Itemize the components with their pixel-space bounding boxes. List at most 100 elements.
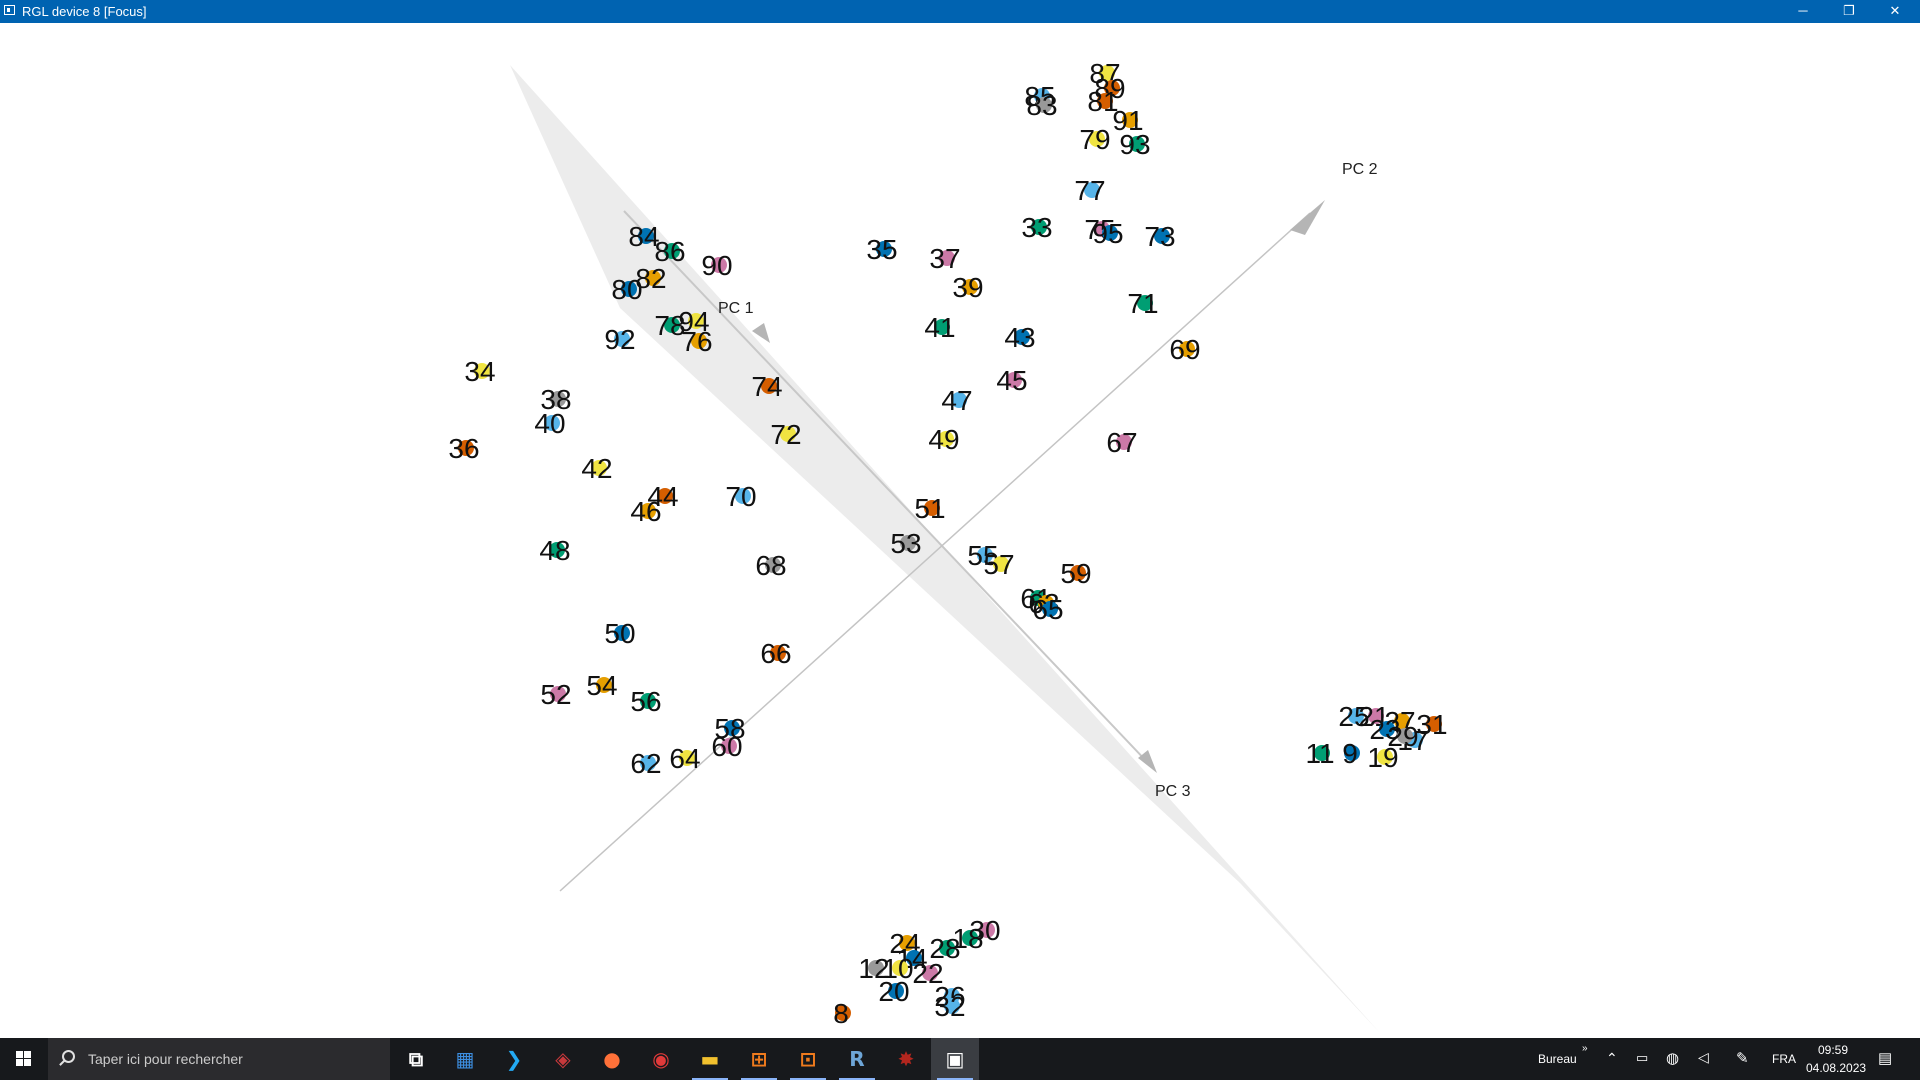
windows-taskbar: Taper ici pour rechercher ⧉ ▦ ❯ ◈ ● ◉ ▬ ⊞ ⊡ R ✸ ▣ B… xyxy=(0,1038,1920,1080)
point-label: 59 xyxy=(1060,558,1091,589)
start-button[interactable] xyxy=(0,1038,46,1080)
point-34: 34 xyxy=(464,356,495,387)
rstudio-icon: ◈ xyxy=(555,1047,571,1071)
volume-icon[interactable]: ◁ xyxy=(1698,1049,1709,1066)
point-label: 39 xyxy=(952,272,983,303)
taskbar-search-box[interactable]: Taper ici pour rechercher xyxy=(48,1038,390,1080)
input-language-indicator[interactable]: FRA xyxy=(1772,1052,1796,1066)
task-view-taskbar-button[interactable]: ⧉ xyxy=(392,1038,440,1080)
point-label: 67 xyxy=(1106,427,1137,458)
point-label: 31 xyxy=(1416,709,1447,740)
windows-logo-icon xyxy=(16,1051,31,1066)
clock-time[interactable]: 09:59 xyxy=(1818,1043,1848,1057)
close-button[interactable]: ✕ xyxy=(1872,0,1918,23)
window-title: RGL device 8 [Focus] xyxy=(22,4,147,19)
red-app-taskbar-button[interactable]: ✸ xyxy=(882,1038,930,1080)
point-50: 50 xyxy=(604,618,635,649)
point-label: 20 xyxy=(878,976,909,1007)
store-icon: ▦ xyxy=(455,1047,475,1071)
point-label: 77 xyxy=(1074,175,1105,206)
point-label: 62 xyxy=(630,748,661,779)
point-79: 79 xyxy=(1079,124,1110,155)
rgl-3d-plot-canvas[interactable]: PC 1 PC 2 PC 3 87 89 85 83 81 91 79 93 77 33 75 95 7… xyxy=(0,23,1920,1038)
orange-app-2-icon: ⊡ xyxy=(799,1047,817,1071)
orange-app-taskbar-button[interactable]: ⊞ xyxy=(735,1038,783,1080)
point-label: 48 xyxy=(539,535,570,566)
point-47: 47 xyxy=(941,385,972,416)
search-icon xyxy=(62,1050,75,1063)
show-hidden-icons-icon[interactable]: ⌃ xyxy=(1606,1050,1618,1067)
point-label: 42 xyxy=(581,453,612,484)
r-icon: R xyxy=(849,1047,865,1071)
point-label: 69 xyxy=(1169,334,1200,365)
window-titlebar[interactable]: RGL device 8 [Focus] ─ ❐ ✕ xyxy=(0,0,1920,23)
point-35: 35 xyxy=(866,234,897,265)
notifications-icon[interactable]: ▤ xyxy=(1878,1049,1892,1067)
point-72: 72 xyxy=(770,419,801,450)
file-explorer-taskbar-button[interactable]: ▬ xyxy=(686,1038,734,1080)
clock-date[interactable]: 04.08.2023 xyxy=(1806,1061,1866,1075)
battery-icon[interactable]: ▭ xyxy=(1636,1050,1648,1066)
point-label: 80 xyxy=(611,274,642,305)
firefox-taskbar-button[interactable]: ● xyxy=(588,1038,636,1080)
orange-app-2-taskbar-button[interactable]: ⊡ xyxy=(784,1038,832,1080)
point-label: 83 xyxy=(1026,90,1057,121)
orange-app-icon: ⊞ xyxy=(750,1047,768,1071)
point-49: 49 xyxy=(928,424,959,455)
rgl-window-taskbar-button[interactable]: ▣ xyxy=(931,1038,979,1080)
point-68: 68 xyxy=(755,550,786,581)
rgl-window-icon: ▣ xyxy=(945,1047,965,1071)
rstudio-taskbar-button[interactable]: ◈ xyxy=(539,1038,587,1080)
point-93: 93 xyxy=(1119,129,1150,160)
point-label: 51 xyxy=(914,493,945,524)
point-45: 45 xyxy=(996,365,1027,396)
point-11: 11 xyxy=(1305,738,1334,769)
point-label: 32 xyxy=(934,991,965,1022)
point-label: 90 xyxy=(701,250,732,281)
visual-studio-code-taskbar-button[interactable]: ❯ xyxy=(490,1038,538,1080)
point-66: 66 xyxy=(760,638,791,669)
network-globe-icon[interactable]: ◍ xyxy=(1666,1049,1679,1067)
point-67: 67 xyxy=(1106,427,1137,458)
point-42: 42 xyxy=(581,453,612,484)
point-label: 70 xyxy=(725,481,756,512)
camera-icon: ◉ xyxy=(652,1047,670,1071)
pc2-arrowhead xyxy=(1290,200,1325,235)
point-95: 95 xyxy=(1092,218,1123,249)
point-40: 40 xyxy=(534,408,565,439)
minimize-button[interactable]: ─ xyxy=(1780,0,1826,23)
visual-studio-code-icon: ❯ xyxy=(505,1047,523,1071)
point-label: 72 xyxy=(770,419,801,450)
point-60: 60 xyxy=(711,731,742,762)
point-label: 40 xyxy=(534,408,565,439)
point-53: 53 xyxy=(890,528,921,559)
point-54: 54 xyxy=(586,670,617,701)
point-29: 29 xyxy=(1387,721,1418,752)
point-label: 9 xyxy=(1342,738,1358,769)
point-51: 51 xyxy=(914,493,945,524)
camera-taskbar-button[interactable]: ◉ xyxy=(637,1038,685,1080)
search-placeholder: Taper ici pour rechercher xyxy=(88,1051,243,1067)
point-label: 34 xyxy=(464,356,495,387)
point-label: 73 xyxy=(1144,221,1175,252)
point-label: 33 xyxy=(1021,212,1052,243)
point-32: 32 xyxy=(934,991,965,1022)
restore-button[interactable]: ❐ xyxy=(1826,0,1872,23)
point-52: 52 xyxy=(540,679,571,710)
point-8: 8 xyxy=(833,998,851,1029)
r-taskbar-button[interactable]: R xyxy=(833,1038,881,1080)
point-label: 41 xyxy=(924,312,955,343)
point-label: 92 xyxy=(604,324,635,355)
point-74: 74 xyxy=(751,371,782,402)
point-36: 36 xyxy=(448,433,479,464)
point-76: 76 xyxy=(681,326,712,357)
pen-workspace-icon[interactable]: ✎ xyxy=(1736,1049,1749,1067)
point-31: 31 xyxy=(1416,709,1447,740)
store-taskbar-button[interactable]: ▦ xyxy=(441,1038,489,1080)
point-33: 33 xyxy=(1021,212,1052,243)
toolbar-chevron-icon[interactable]: » xyxy=(1582,1043,1588,1054)
point-62: 62 xyxy=(630,748,661,779)
point-label: 74 xyxy=(751,371,782,402)
point-70: 70 xyxy=(725,481,756,512)
desktop-toolbar-label[interactable]: Bureau xyxy=(1538,1052,1577,1066)
